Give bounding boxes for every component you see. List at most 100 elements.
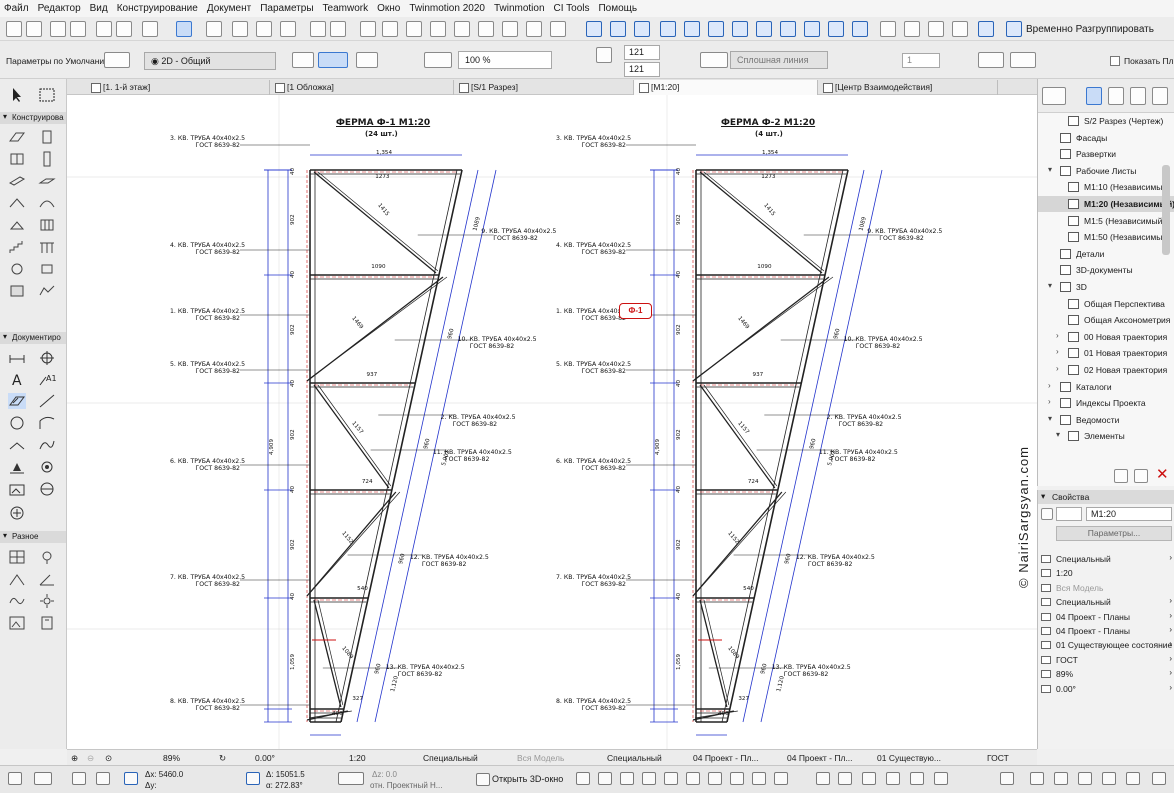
view-id-field[interactable] [1056,507,1082,521]
pen-set-value[interactable]: Специальный [607,753,662,763]
fill-tool-icon[interactable] [8,393,26,409]
navigator-item[interactable]: S/2 Разрез (Чертеж) [1038,113,1174,129]
navigator-item[interactable]: › Каталоги [1038,379,1174,395]
grid-element-tool-icon[interactable] [8,549,26,565]
line-type-dropdown[interactable]: Сплошная линия [730,51,828,69]
menu-view[interactable]: Вид [90,3,108,14]
property-row[interactable]: 1:20 [1038,566,1174,580]
view-right-icon[interactable] [752,772,766,785]
expand-arrow-icon[interactable]: ▾ [1048,281,1052,290]
zoom-value[interactable]: 89% [163,753,180,763]
collapsed-arrow-icon[interactable]: › [1056,364,1059,373]
detail-icon[interactable] [756,21,772,37]
marquee-3d-icon[interactable] [934,772,948,785]
drawing-canvas[interactable]: 3. КВ. ТРУБА 40х40х2.5 ГОСТ 8639-82 4. КВ.… [67,95,1037,749]
expand-arrow-icon[interactable]: ▾ [1048,414,1052,423]
door-tool-icon[interactable] [38,129,56,145]
snap-icon[interactable] [50,21,66,37]
section-icon[interactable] [660,21,676,37]
camera-tool-icon[interactable] [8,481,26,497]
dimension-tool-icon[interactable] [8,349,26,365]
3d-box-icon[interactable] [576,772,590,785]
undo-icon[interactable] [26,21,42,37]
menu-twinmotion[interactable]: Twinmotion [494,3,545,14]
guide-lines-icon[interactable] [70,21,86,37]
view-name-field[interactable]: М1:20 [1086,507,1172,521]
rotate-icon[interactable] [430,21,446,37]
figure-tool-icon[interactable] [38,459,56,475]
trace-icon[interactable] [116,21,132,37]
section-construct[interactable]: Конструирова [0,112,66,124]
project-map-icon[interactable] [1086,87,1102,105]
section-misc[interactable]: Разное [0,531,66,543]
property-row[interactable]: Вся Модель [1038,581,1174,595]
worksheet-icon[interactable] [732,21,748,37]
spline-tool-icon[interactable] [38,437,56,453]
collapsed-arrow-icon[interactable]: › [1056,347,1059,356]
send-receive-icon[interactable] [952,21,968,37]
pen-icon[interactable] [596,47,612,63]
fly-icon[interactable] [1126,772,1140,785]
camera-icon[interactable] [1000,772,1014,785]
railing-tool-icon[interactable] [38,239,56,255]
navigator-item[interactable]: ▾ Ведомости [1038,412,1174,428]
tab-section-s1[interactable]: [S/1 Разрез] [454,80,634,95]
elevate-icon[interactable] [478,21,494,37]
grid-icon[interactable] [206,21,222,37]
menu-teamwork[interactable]: Teamwork [323,3,369,14]
render-icon[interactable] [634,21,650,37]
angle-value[interactable]: 0.00° [255,753,275,763]
sun-tool-icon[interactable] [38,593,56,609]
view-cube-icon[interactable] [1054,772,1068,785]
publisher-icon[interactable] [828,21,844,37]
mvo-value[interactable]: 04 Проект - Пл... [693,753,759,763]
favorites-icon[interactable] [904,21,920,37]
stair-tool-icon[interactable] [8,239,26,255]
navigator-item[interactable]: › Индексы Проекта [1038,395,1174,411]
property-row[interactable]: ГОСТ › [1038,653,1174,667]
layout-icon[interactable] [804,21,820,37]
distribute-icon[interactable] [382,21,398,37]
navigator-item[interactable]: Общая Перспектива [1038,296,1174,312]
menu-document[interactable]: Документ [207,3,251,14]
truss-tag-f1[interactable]: Ф-1 [619,303,652,319]
angle-dimension-tool-icon[interactable] [38,571,56,587]
teamwork-icon[interactable] [928,21,944,37]
elevation-tool-icon[interactable] [8,505,26,521]
collapsed-arrow-icon[interactable]: › [1048,381,1051,390]
slab-tool-icon[interactable] [38,173,56,189]
section-tool-icon[interactable] [38,481,56,497]
view-front-icon[interactable] [686,772,700,785]
menu-options[interactable]: Параметры [260,3,313,14]
view-top-icon[interactable] [774,772,788,785]
wall-tool-icon[interactable] [8,129,26,145]
magic-wand-icon[interactable] [96,21,112,37]
tab-cover[interactable]: [1 Обложка] [270,80,454,95]
view-map-icon[interactable] [1108,87,1124,105]
level-dimension-tool-icon[interactable] [38,349,56,365]
mesh-tool-icon[interactable] [38,283,56,299]
render-settings-icon[interactable] [886,772,900,785]
navigator-item[interactable]: М1:10 (Независимый) [1038,179,1174,195]
arrow-select-icon[interactable] [176,21,192,37]
menu-file[interactable]: Файл [4,3,29,14]
navigator-scrollbar[interactable] [1162,165,1170,255]
zoom-previous-icon[interactable]: ⊖ [87,753,94,764]
property-row[interactable]: 01 Существующее состояние › [1038,638,1174,652]
drawing-tool-icon[interactable] [8,437,26,453]
worksheet-tool-icon[interactable] [38,615,56,631]
line-type-icon[interactable] [700,52,728,68]
delta-icon[interactable] [124,772,138,785]
section-marker-icon[interactable] [280,21,296,37]
pen-number-field[interactable]: 1 [902,53,940,68]
mirror-icon[interactable] [454,21,470,37]
model-view-value[interactable]: Вся Модель [517,753,564,763]
marquee-tool-icon[interactable] [38,87,56,103]
menu-help[interactable]: Помощь [598,3,637,14]
zoom-fit-icon[interactable]: ⊙ [105,753,112,764]
navigator-item[interactable]: 3D-документы [1038,262,1174,278]
hotspot-tool-icon[interactable] [8,459,26,475]
navigator-item[interactable]: М1:5 (Независимый) [1038,213,1174,229]
polar-icon[interactable] [246,772,260,785]
render-options-icon[interactable] [1010,52,1036,68]
